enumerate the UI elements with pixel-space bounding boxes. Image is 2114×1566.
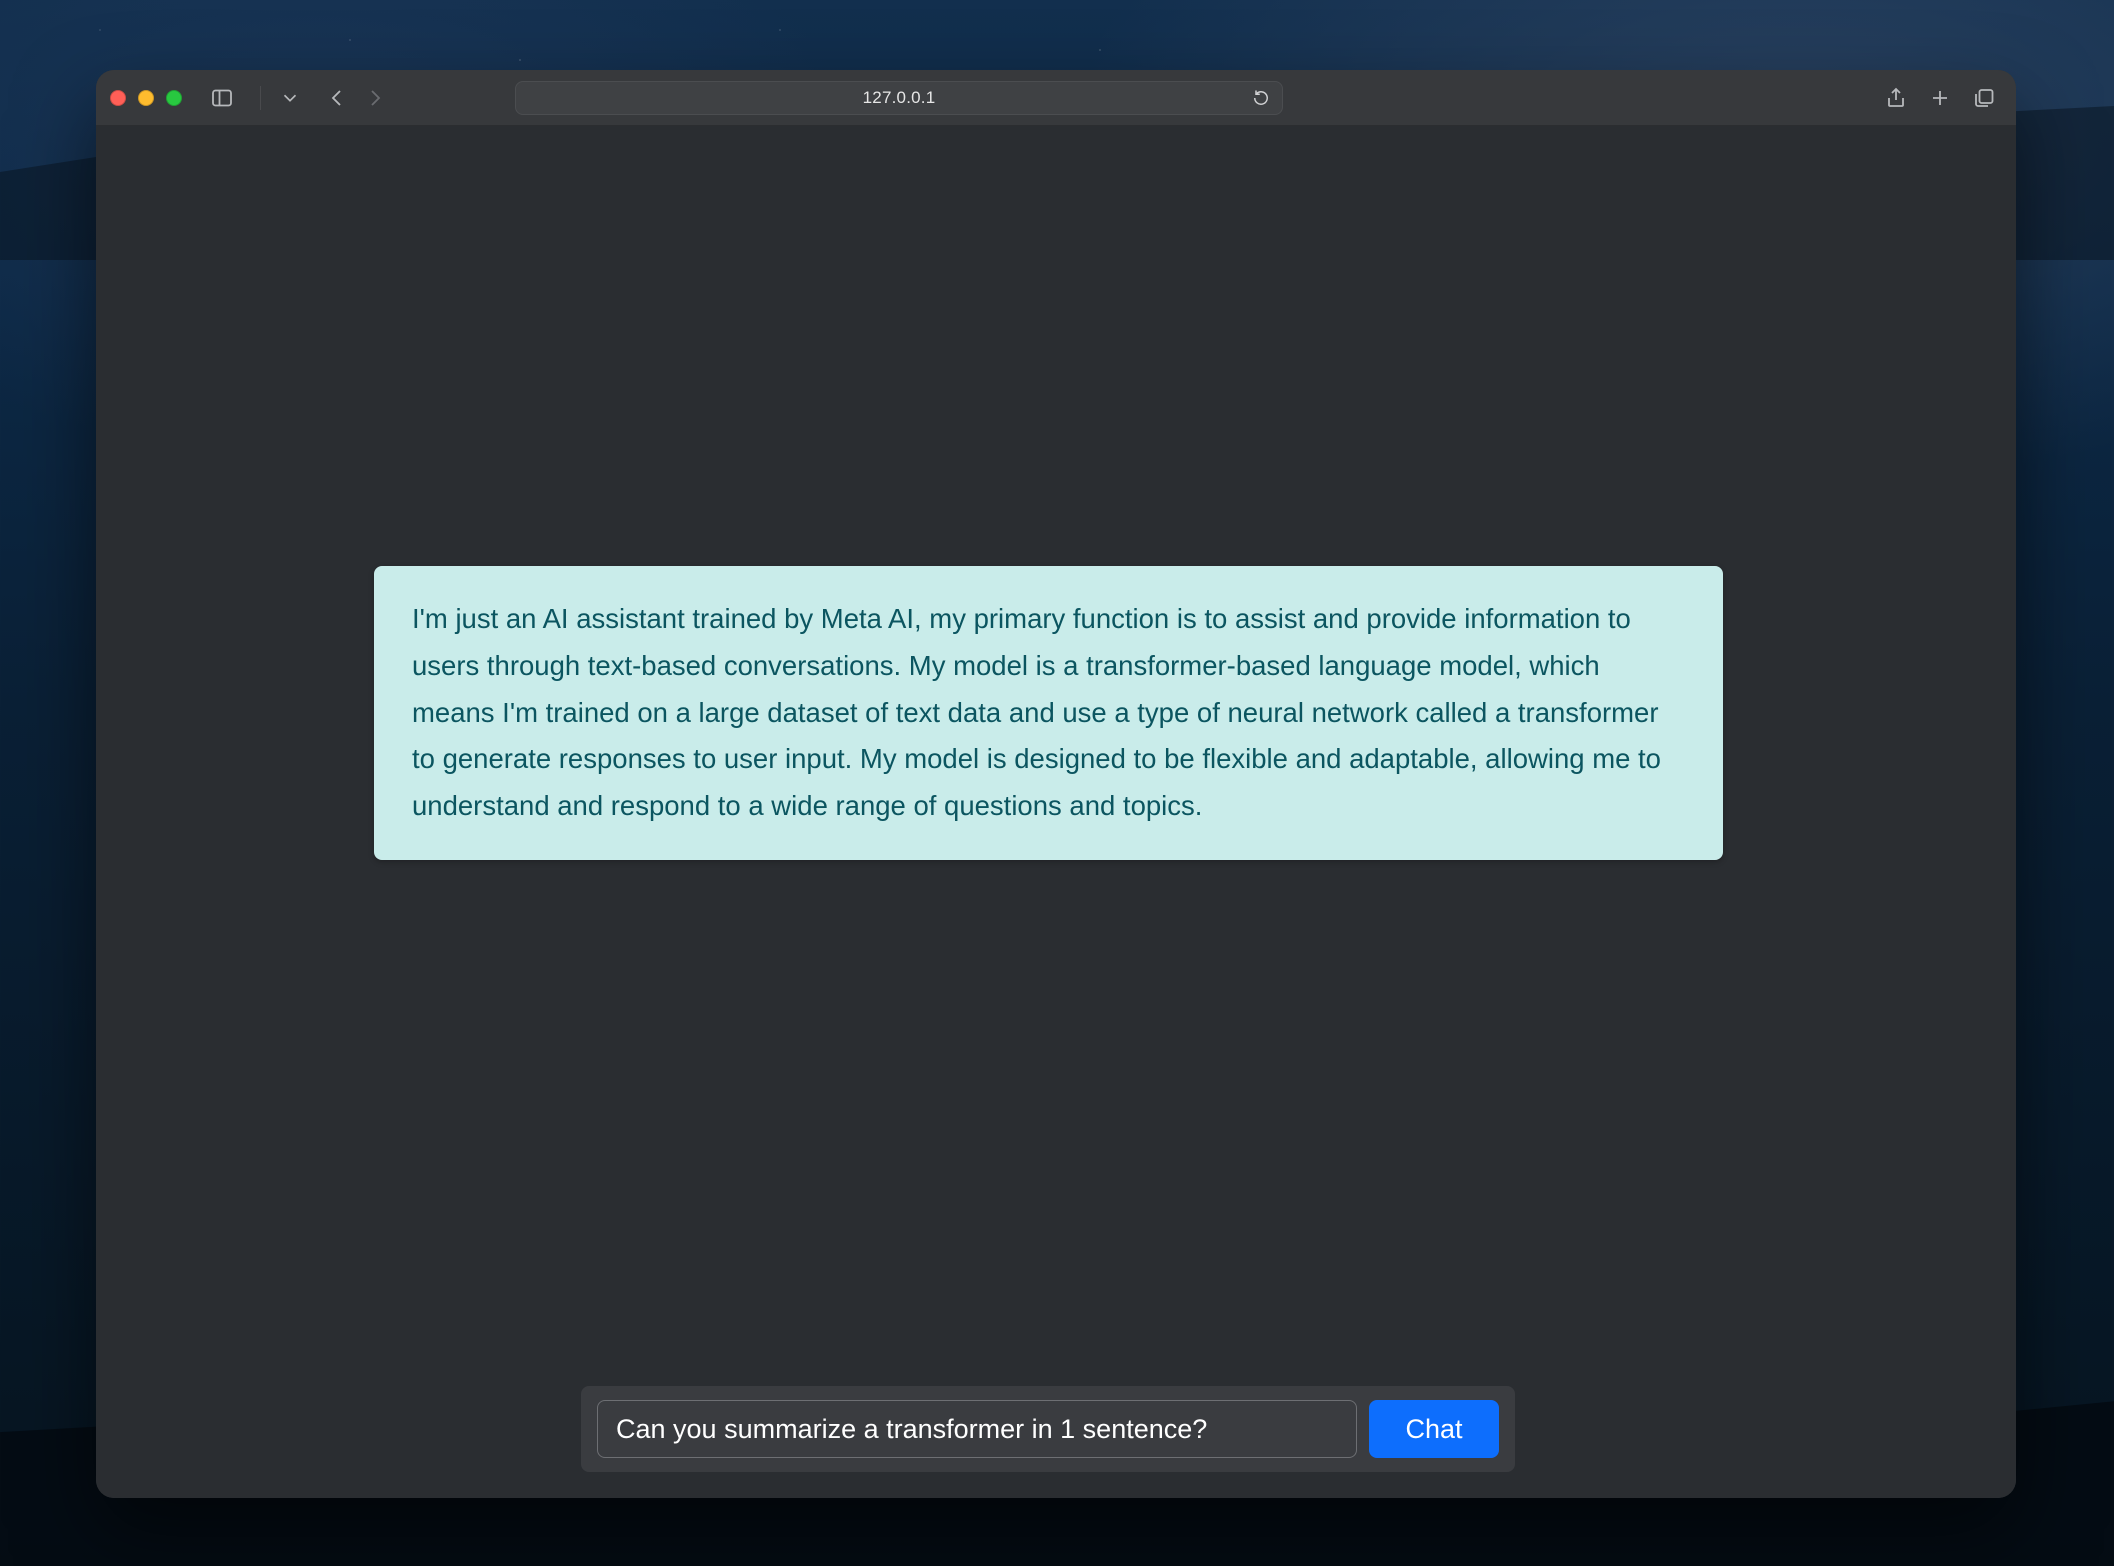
- window-minimize-button[interactable]: [138, 90, 154, 106]
- forward-button[interactable]: [357, 80, 393, 116]
- address-bar[interactable]: 127.0.0.1: [515, 81, 1283, 115]
- assistant-message-text: I'm just an AI assistant trained by Meta…: [412, 603, 1661, 821]
- window-controls: [110, 90, 192, 106]
- chat-composer: Chat: [581, 1386, 1515, 1472]
- tab-group-dropdown[interactable]: [279, 80, 301, 116]
- chat-input[interactable]: [597, 1400, 1357, 1458]
- desktop-wallpaper: 127.0.0.1: [0, 0, 2114, 1566]
- page-content: I'm just an AI assistant trained by Meta…: [96, 126, 2016, 1498]
- tabs-overview-button[interactable]: [1966, 80, 2002, 116]
- browser-titlebar: 127.0.0.1: [96, 70, 2016, 126]
- browser-window: 127.0.0.1: [96, 70, 2016, 1498]
- window-zoom-button[interactable]: [166, 90, 182, 106]
- toolbar-separator: [260, 86, 261, 110]
- assistant-message: I'm just an AI assistant trained by Meta…: [374, 566, 1723, 860]
- reload-button[interactable]: [1248, 85, 1274, 111]
- new-tab-button[interactable]: [1922, 80, 1958, 116]
- back-button[interactable]: [319, 80, 355, 116]
- chat-send-button[interactable]: Chat: [1369, 1400, 1499, 1458]
- share-button[interactable]: [1878, 80, 1914, 116]
- address-bar-text: 127.0.0.1: [863, 88, 936, 108]
- sidebar-toggle-button[interactable]: [204, 80, 240, 116]
- window-close-button[interactable]: [110, 90, 126, 106]
